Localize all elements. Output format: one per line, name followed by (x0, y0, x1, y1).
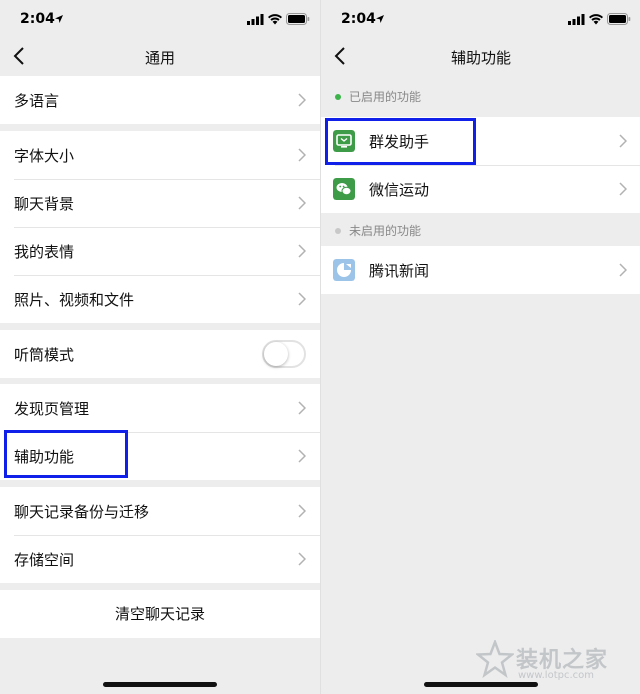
disabled-section-label: 未启用的功能 (349, 224, 422, 238)
chevron-right-icon (298, 504, 306, 518)
settings-item-label: 听筒模式 (14, 346, 75, 364)
settings-item-label: 聊天背景 (14, 195, 75, 213)
settings-item-font-size[interactable]: 字体大小 (0, 131, 320, 179)
settings-group-storage: 聊天记录备份与迁移 存储空间 (0, 487, 320, 583)
disabled-features-list: 腾讯新闻 (321, 246, 640, 294)
battery-icon (286, 13, 310, 25)
chevron-right-icon (298, 401, 306, 415)
chevron-right-icon (298, 93, 306, 107)
accessibility-screen: 2:04 辅助功能 已启用的功能 群发助手 微信运动 未启用的功能 腾讯新闻 装… (320, 0, 640, 694)
signal-icon (247, 14, 264, 25)
toggle-knob (264, 342, 288, 366)
settings-item-label: 我的表情 (14, 243, 75, 261)
chevron-right-icon (619, 263, 627, 277)
watermark-url: www.lotpc.com (518, 670, 594, 681)
feature-item-tencent-news[interactable]: 腾讯新闻 (321, 246, 640, 294)
settings-group-earpiece: 听筒模式 (0, 330, 320, 378)
location-arrow-icon (55, 15, 63, 23)
chevron-right-icon (298, 148, 306, 162)
earpiece-mode-toggle[interactable] (262, 340, 306, 368)
home-indicator (103, 682, 217, 687)
general-settings-screen: 2:04 通用 多语言 字体大小 聊天背景 我的表情 照片、视频和文件 听筒模式… (0, 0, 320, 694)
chevron-right-icon (298, 449, 306, 463)
highlight-box-accessibility (4, 430, 128, 478)
chevron-right-icon (298, 552, 306, 566)
settings-item-label: 多语言 (14, 92, 60, 110)
chevron-right-icon (619, 134, 627, 148)
settings-item-language[interactable]: 多语言 (0, 76, 320, 124)
settings-group-language: 多语言 (0, 76, 320, 124)
status-bar: 2:04 (0, 0, 320, 40)
status-time: 2:04 (20, 11, 55, 27)
wechat-sport-icon (333, 178, 355, 200)
settings-item-label: 聊天记录备份与迁移 (14, 503, 150, 521)
settings-item-discover-management[interactable]: 发现页管理 (0, 384, 320, 432)
settings-item-media-files[interactable]: 照片、视频和文件 (0, 275, 320, 323)
nav-bar: 通用 (0, 40, 320, 74)
settings-group-clear: 清空聊天记录 (0, 590, 320, 638)
tencent-news-icon (333, 259, 355, 281)
status-bar: 2:04 (321, 0, 640, 40)
watermark: 装机之家 www.lotpc.com (472, 634, 632, 690)
wifi-icon (589, 14, 603, 25)
signal-icon (568, 14, 585, 25)
battery-icon (607, 13, 631, 25)
chevron-right-icon (298, 244, 306, 258)
page-title: 辅助功能 (450, 49, 511, 67)
chevron-right-icon (298, 292, 306, 306)
feature-item-label: 微信运动 (369, 181, 430, 199)
settings-item-label: 照片、视频和文件 (14, 291, 135, 309)
feature-item-wechat-sport[interactable]: 微信运动 (321, 165, 640, 213)
settings-item-label: 字体大小 (14, 147, 75, 165)
enabled-status-dot (335, 94, 341, 100)
settings-item-chat-backup[interactable]: 聊天记录备份与迁移 (0, 487, 320, 535)
clear-chat-history-label: 清空聊天记录 (114, 605, 205, 623)
settings-item-label: 存储空间 (14, 551, 75, 569)
settings-item-my-stickers[interactable]: 我的表情 (0, 227, 320, 275)
disabled-status-dot (335, 228, 341, 234)
settings-item-storage[interactable]: 存储空间 (0, 535, 320, 583)
chevron-right-icon (298, 196, 306, 210)
settings-item-chat-background[interactable]: 聊天背景 (0, 179, 320, 227)
settings-item-earpiece-mode: 听筒模式 (0, 330, 320, 378)
settings-item-label: 发现页管理 (14, 400, 90, 418)
enabled-section-label: 已启用的功能 (349, 90, 422, 104)
status-time: 2:04 (341, 11, 376, 27)
settings-group-display: 字体大小 聊天背景 我的表情 照片、视频和文件 (0, 131, 320, 323)
chevron-right-icon (619, 182, 627, 196)
star-logo-icon (476, 640, 514, 678)
nav-bar: 辅助功能 (321, 40, 640, 74)
disabled-section-header: 未启用的功能 (321, 210, 640, 250)
clear-chat-history-button[interactable]: 清空聊天记录 (0, 590, 320, 638)
location-arrow-icon (376, 15, 384, 23)
wifi-icon (268, 14, 282, 25)
highlight-box-group-send (325, 118, 476, 165)
enabled-section-header: 已启用的功能 (321, 76, 640, 116)
feature-item-label: 腾讯新闻 (369, 262, 430, 280)
page-title: 通用 (144, 49, 175, 67)
